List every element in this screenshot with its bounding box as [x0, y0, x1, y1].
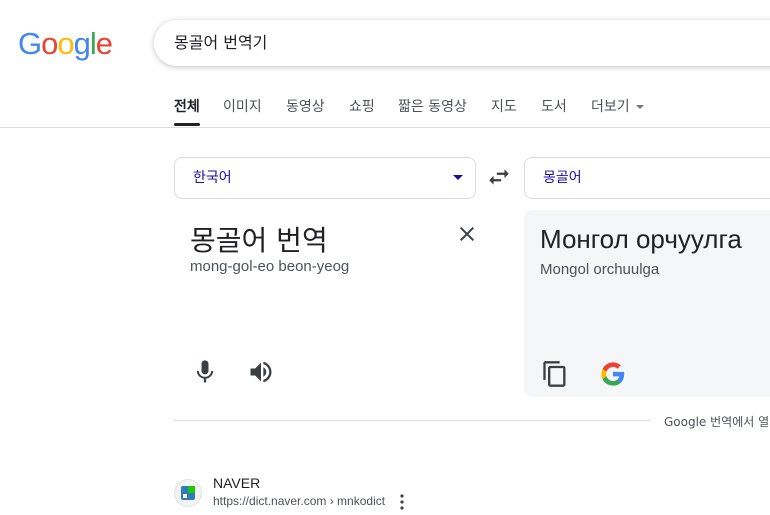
source-text[interactable]: 몽골어 번역 [190, 219, 328, 259]
more-vert-icon[interactable] [396, 493, 408, 511]
swap-languages-icon[interactable] [486, 164, 512, 190]
tab-maps[interactable]: 지도 [491, 96, 517, 116]
open-in-google-translate-link[interactable]: Google 번역에서 열기 [664, 413, 770, 430]
tabs-divider [0, 127, 770, 128]
logo-letter: G [18, 26, 42, 61]
target-language-label: 몽골어 [543, 170, 582, 186]
tab-short-videos[interactable]: 짧은 동영상 [398, 96, 467, 116]
tab-books[interactable]: 도서 [541, 96, 567, 116]
source-language-label: 한국어 [193, 170, 232, 186]
tab-more[interactable]: 더보기 [591, 96, 644, 116]
tab-shopping[interactable]: 쇼핑 [349, 96, 375, 116]
result-url[interactable]: https://dict.naver.com › mnkodict [213, 494, 385, 508]
dictionary-icon [181, 486, 195, 500]
caret-down-icon [635, 105, 644, 109]
copy-icon[interactable] [541, 360, 569, 388]
active-tab-indicator [174, 123, 200, 126]
speaker-icon[interactable] [247, 358, 275, 386]
tab-all[interactable]: 전체 [174, 96, 200, 116]
google-g-icon[interactable] [599, 360, 627, 388]
tab-more-label: 더보기 [591, 99, 630, 115]
source-romanization: mong-gol-eo beon-yeog [190, 258, 350, 275]
translated-text: Монгол орчуулга [540, 224, 742, 254]
translated-romanization: Mongol orchuulga [540, 261, 660, 278]
google-logo[interactable]: Google [18, 26, 113, 62]
logo-letter: e [95, 26, 113, 61]
close-icon[interactable] [455, 222, 479, 246]
result-site-name[interactable]: NAVER [213, 475, 260, 491]
search-box[interactable] [154, 20, 770, 66]
source-language-select[interactable]: 한국어 [174, 157, 476, 199]
microphone-icon[interactable] [191, 358, 219, 386]
tab-videos[interactable]: 동영상 [286, 96, 325, 116]
logo-letter: g [73, 26, 91, 61]
tab-images[interactable]: 이미지 [223, 96, 262, 116]
search-input[interactable] [174, 20, 734, 66]
target-language-select[interactable]: 몽골어 [524, 157, 770, 199]
logo-letter: o [41, 26, 58, 61]
caret-down-icon [453, 175, 463, 180]
naver-favicon-icon [174, 479, 202, 507]
section-divider [174, 420, 650, 421]
logo-letter: o [57, 26, 74, 61]
